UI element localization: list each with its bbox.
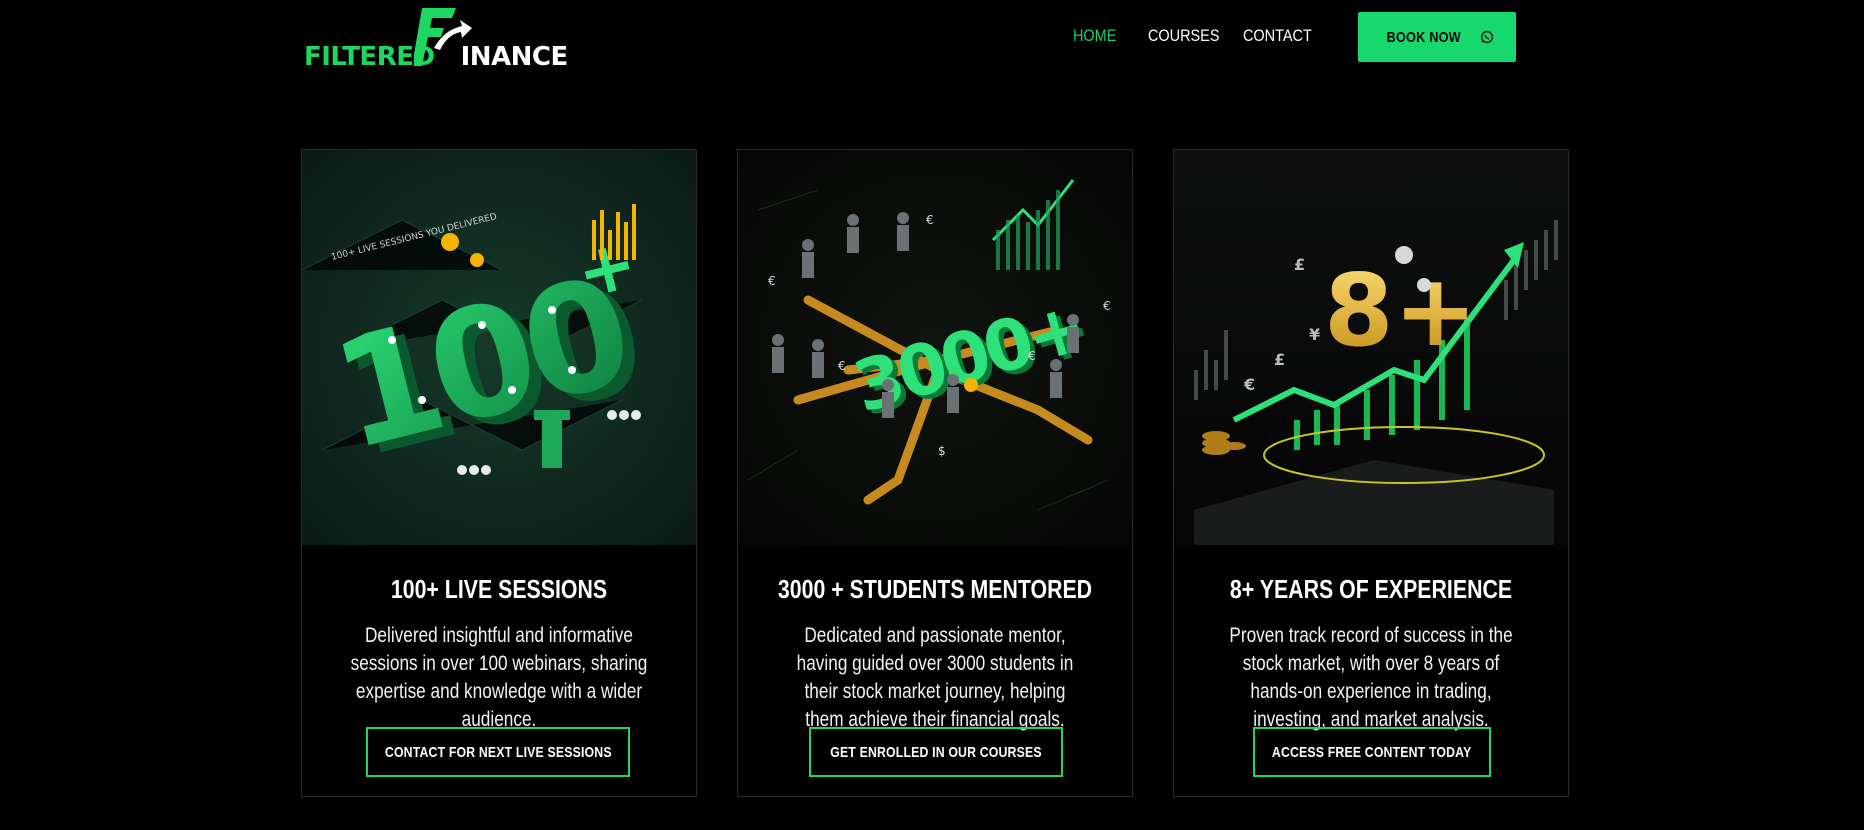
svg-text:£: £: [1294, 255, 1305, 274]
cta-label: GET ENROLLED IN OUR COURSES: [830, 743, 1042, 761]
filtered-finance-logo[interactable]: FILTERED INANCE: [302, 4, 568, 72]
svg-text:$: $: [938, 444, 946, 458]
card-description: Delivered insightful and informative ses…: [350, 624, 648, 731]
logo-word-filtered: FILTERED: [304, 42, 435, 72]
card-title: 8+ YEARS OF EXPERIENCE: [1229, 574, 1513, 604]
card-description: Dedicated and passionate mentor, having …: [796, 624, 1074, 731]
card-title: 100+ LIVE SESSIONS: [390, 574, 608, 604]
card-description: Proven track record of success in the st…: [1229, 624, 1513, 731]
svg-text:€: €: [838, 359, 846, 373]
nav-home-link[interactable]: HOME: [1073, 26, 1116, 46]
whatsapp-icon: [1480, 30, 1493, 44]
card-title: 3000 + STUDENTS MENTORED: [777, 574, 1093, 604]
logo-word-finance: INANCE: [460, 42, 569, 72]
svg-text:€: €: [926, 213, 934, 227]
svg-text:€: €: [768, 274, 776, 288]
cta-label: CONTACT FOR NEXT LIVE SESSIONS: [384, 743, 612, 761]
live-sessions-illustration: 100 100 + 100+ LIVE SESSIONS YOU DELIVER…: [302, 150, 696, 545]
svg-text:€: €: [1103, 299, 1111, 313]
site-header: FILTERED INANCE HOME COURSES CONTACT BOOK…: [0, 0, 1864, 80]
svg-text:€: €: [1243, 375, 1255, 394]
nav-courses-link[interactable]: COURSES: [1148, 26, 1219, 46]
cta-label: ACCESS FREE CONTENT TODAY: [1272, 743, 1472, 761]
svg-text:€: €: [1028, 349, 1036, 363]
svg-text:£: £: [1274, 350, 1285, 369]
art-8-plus-text: 8+: [1324, 252, 1477, 369]
svg-text:¥: ¥: [1309, 325, 1320, 344]
logo-wordmark: FILTERED INANCE: [304, 42, 568, 72]
students-mentored-illustration: 3000+ 3000+ € € € € $ €: [738, 150, 1132, 545]
get-enrolled-button[interactable]: GET ENROLLED IN OUR COURSES: [809, 727, 1063, 777]
book-now-label: BOOK NOW: [1386, 28, 1462, 46]
nav-contact-link[interactable]: CONTACT: [1243, 26, 1312, 46]
book-now-button[interactable]: BOOK NOW: [1358, 12, 1516, 62]
access-free-content-button[interactable]: ACCESS FREE CONTENT TODAY: [1253, 727, 1491, 777]
card-live-sessions: 100 100 + 100+ LIVE SESSIONS YOU DELIVER…: [301, 149, 697, 797]
card-students-mentored: 3000+ 3000+ € € € € $ € 3000 + STUDENTS …: [737, 149, 1133, 797]
years-experience-illustration: 8+ £ ¥ € £: [1174, 150, 1568, 545]
contact-live-sessions-button[interactable]: CONTACT FOR NEXT LIVE SESSIONS: [366, 727, 630, 777]
card-years-experience: 8+ £ ¥ € £ 8+ YEARS OF EXPERIENCE Proven t…: [1173, 149, 1569, 797]
